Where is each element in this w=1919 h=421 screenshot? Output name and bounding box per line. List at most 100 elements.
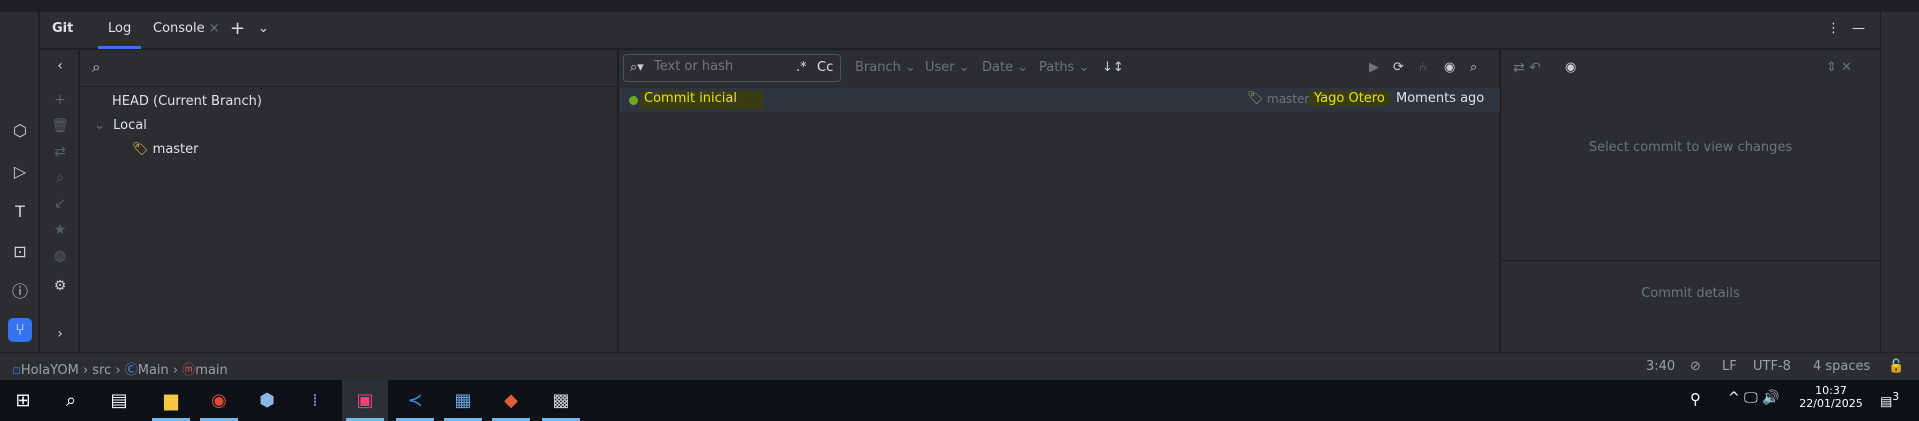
app-icon[interactable]: ▩ — [538, 380, 584, 421]
tool-window-header: Git Log Console × + ⌄ ⋮ — — [40, 12, 1880, 49]
lock-icon[interactable]: 🔓 — [1888, 359, 1904, 374]
regex-toggle[interactable]: .* — [796, 60, 807, 75]
update-icon[interactable]: ↙ — [50, 196, 70, 216]
encoding[interactable]: UTF-8 — [1753, 359, 1791, 374]
match-case-toggle[interactable]: Cc — [817, 60, 833, 75]
search-icon[interactable]: ⌕ — [92, 58, 100, 76]
commit-log: ⌕▾ .* Cc Branch ⌄ User ⌄ Date ⌄ Paths ⌄ … — [619, 50, 1500, 352]
clock-date: 22/01/2025 — [1799, 397, 1863, 410]
line-ending[interactable]: LF — [1722, 359, 1737, 374]
compare-icon[interactable]: ⇄ — [50, 144, 70, 164]
close-icon[interactable]: × — [209, 21, 220, 36]
notification-count: 3 — [1892, 390, 1900, 403]
delete-icon[interactable]: 🗑 — [50, 118, 70, 138]
breadcrumb-item[interactable]: main — [195, 363, 227, 378]
services-icon[interactable]: ⬡ — [8, 119, 32, 143]
method-icon: ⓜ — [182, 363, 196, 378]
commit-author: Yago Otero — [1309, 91, 1390, 106]
tag-icon: 🏷 — [1247, 91, 1264, 106]
app-icon[interactable]: ▦ — [440, 380, 486, 421]
git-icon[interactable]: ⑂ — [8, 318, 32, 342]
slack-icon[interactable]: ⁞ — [292, 380, 338, 421]
settings-icon[interactable]: ⚙ — [50, 278, 70, 298]
inspections-icon[interactable]: ⊘ — [1690, 359, 1701, 374]
branches-graph-icon[interactable]: ⑃ — [1419, 60, 1427, 75]
cherry-pick-icon[interactable]: ▶ — [1369, 60, 1379, 75]
expand-icon[interactable]: › — [50, 326, 70, 346]
task-view-icon[interactable]: ▤ — [96, 380, 142, 421]
branch-tools: ‹ + 🗑 ⇄ ⌕ ↙ ★ ◍ ⚙ › — [40, 50, 79, 352]
tree-item-label: master — [152, 142, 199, 157]
refresh-icon[interactable]: ⟳ — [1393, 60, 1404, 75]
filter-user[interactable]: User ⌄ — [925, 60, 970, 75]
commit-row[interactable]: Commit inicial 🏷 master Yago Otero Momen… — [619, 88, 1500, 112]
breadcrumb-item[interactable]: HolaYOM — [21, 363, 79, 378]
git-gui-icon[interactable]: ◆ — [488, 380, 534, 421]
file-explorer-icon[interactable]: ▆ — [148, 380, 194, 421]
sort-icon[interactable]: ↓↕ — [1102, 60, 1124, 75]
minimize-icon[interactable]: — — [1852, 12, 1865, 49]
star-icon[interactable]: ★ — [50, 222, 70, 242]
divider — [80, 86, 618, 87]
module-icon: ▫ — [12, 363, 21, 378]
filter-paths[interactable]: Paths ⌄ — [1039, 60, 1089, 75]
tree-item-local[interactable]: ⌄ Local — [94, 118, 147, 133]
add-icon[interactable]: + — [50, 92, 70, 112]
tree-item-head[interactable]: HEAD (Current Branch) — [112, 94, 262, 109]
tray-icons[interactable]: ^ 🖵 🔊 — [1728, 390, 1780, 406]
class-icon: Ⓒ — [124, 363, 138, 378]
caret-position[interactable]: 3:40 — [1646, 359, 1675, 374]
chevron-down-icon: ⌄ — [94, 118, 105, 133]
vscode-icon[interactable]: ≺ — [392, 380, 438, 421]
breadcrumb-item[interactable]: Main — [138, 363, 169, 378]
more-options-icon[interactable]: ⋮ — [1827, 12, 1840, 49]
divider — [1501, 260, 1880, 261]
people-icon[interactable]: ⚲ — [1690, 390, 1701, 408]
chrome-icon[interactable]: ◉ — [196, 380, 242, 421]
search-icon[interactable]: ⌕ — [50, 170, 70, 190]
tab-console[interactable]: Console × — [145, 12, 228, 49]
breadcrumb: ▫HolaYOM › src › ⒸMain › ⓜmain — [12, 363, 228, 378]
intellij-icon[interactable]: ▣ — [342, 380, 388, 421]
problems-icon[interactable]: ⓘ — [8, 280, 32, 304]
commit-search-input[interactable] — [654, 59, 784, 74]
tab-log[interactable]: Log — [98, 12, 142, 49]
eye-icon[interactable]: ◉ — [1565, 60, 1576, 75]
tool-window-title: Git — [52, 21, 74, 36]
search-icon[interactable]: ⌕ — [48, 380, 94, 421]
filter-label: Branch — [855, 60, 901, 75]
tag-icon: 🏷 — [132, 142, 149, 157]
filter-branch[interactable]: Branch ⌄ — [855, 60, 916, 75]
expand-icon[interactable]: ⇕ ✕ — [1826, 60, 1852, 75]
fetch-icon[interactable]: ◍ — [50, 248, 70, 268]
commit-details-panel: ⇄ ↶ ◉ ⇕ ✕ Select commit to view changes … — [1501, 50, 1880, 352]
clock[interactable]: 10:37 22/01/2025 — [1796, 384, 1866, 410]
chevron-down-icon[interactable]: ⌄ — [258, 12, 269, 49]
clock-time: 10:37 — [1815, 384, 1847, 397]
top-strip — [0, 0, 1919, 12]
build-icon[interactable]: T — [8, 200, 32, 224]
tree-item-master[interactable]: 🏷 master — [132, 142, 199, 157]
terminal-icon[interactable]: ⊡ — [8, 240, 32, 264]
taskbar: ⊞ ⌕ ▤ ▆ ◉ ⬢ ⁞ ▣ ≺ ▦ ◆ ▩ ⚲ ^ 🖵 🔊 10:37 22… — [0, 380, 1919, 421]
commit-date: Moments ago — [1396, 91, 1485, 106]
indent[interactable]: 4 spaces — [1813, 359, 1870, 374]
breadcrumb-item[interactable]: src — [92, 363, 111, 378]
commit-search-field[interactable]: ⌕▾ .* Cc — [623, 54, 841, 82]
show-diff-icon[interactable]: ⇄ ↶ — [1513, 60, 1541, 76]
commit-branch: master — [1267, 92, 1310, 106]
tree-item-label: Local — [113, 118, 147, 133]
windows-start-icon[interactable]: ⊞ — [0, 380, 46, 421]
add-tab-icon[interactable]: + — [230, 12, 245, 49]
virtualbox-icon[interactable]: ⬢ — [244, 380, 290, 421]
filter-date[interactable]: Date ⌄ — [982, 60, 1028, 75]
status-bar: ▫HolaYOM › src › ⒸMain › ⓜmain 3:40 ⊘ LF… — [0, 352, 1919, 380]
tab-console-label: Console — [153, 21, 205, 36]
notifications-icon[interactable]: ▤3 — [1880, 390, 1899, 409]
collapse-icon[interactable]: ‹ — [50, 58, 70, 78]
eye-icon[interactable]: ◉ — [1444, 60, 1455, 75]
filter-label: Date — [982, 60, 1014, 75]
search-icon[interactable]: ⌕ — [1470, 60, 1477, 75]
right-tool-strip — [1880, 12, 1919, 352]
run-icon[interactable]: ▷ — [8, 160, 32, 184]
